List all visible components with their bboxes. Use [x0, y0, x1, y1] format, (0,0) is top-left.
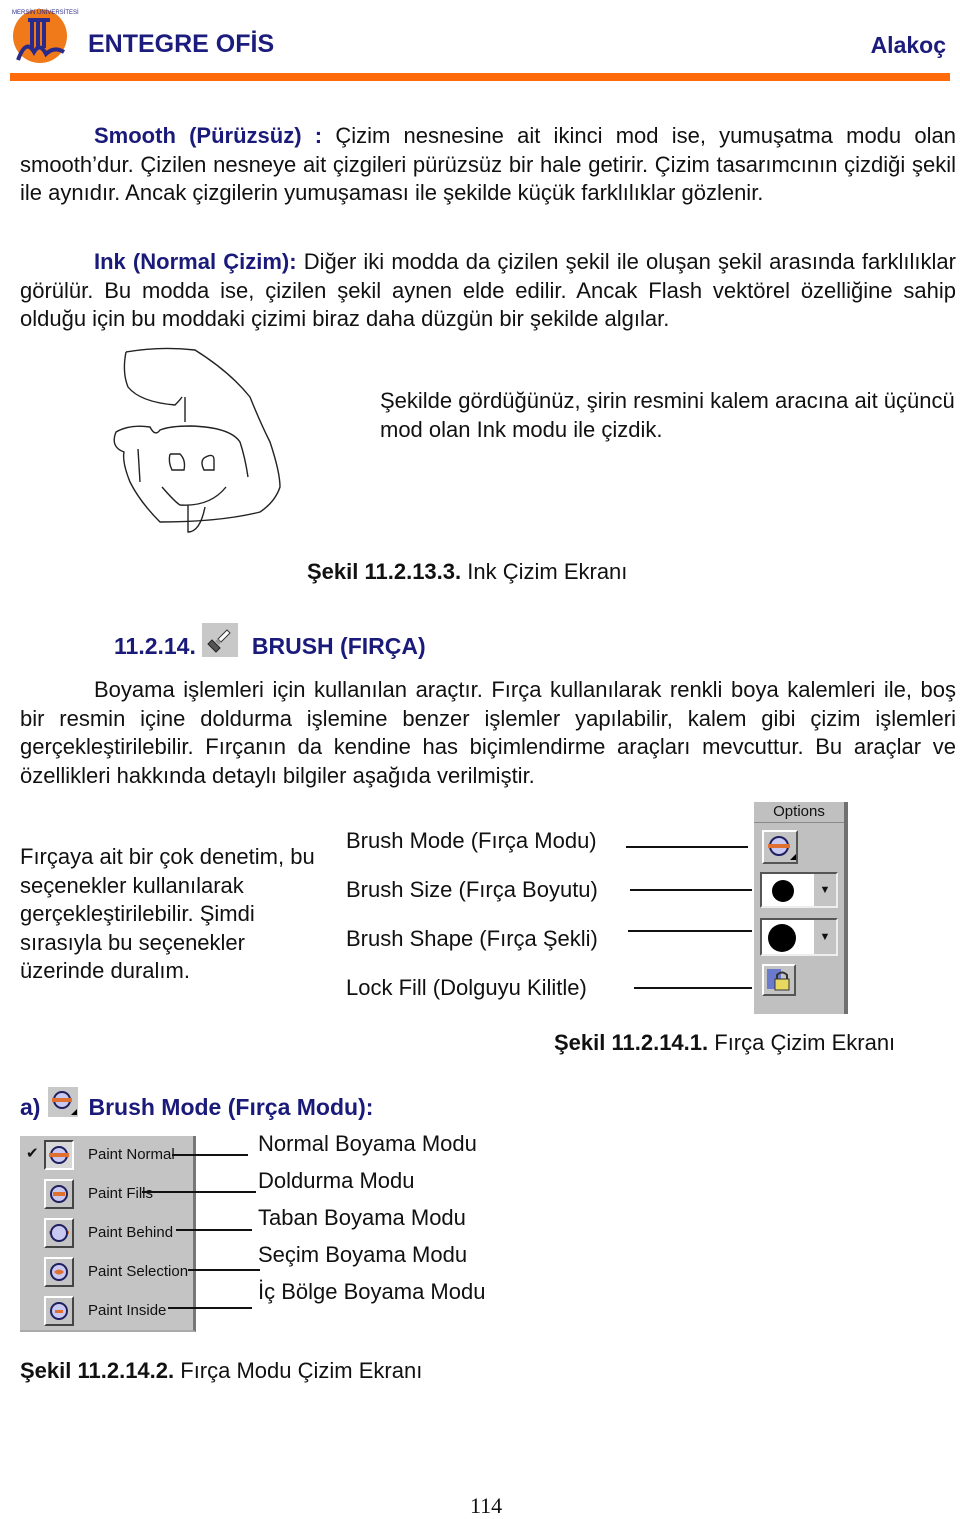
figure-title: Fırça Çizim Ekranı: [708, 1030, 896, 1055]
options-intro-text: Fırçaya ait bir çok denetim, bu seçenekl…: [20, 844, 315, 984]
mode-description: Seçim Boyama Modu: [258, 1242, 468, 1267]
menu-item-paint-selection[interactable]: Paint Selection: [20, 1253, 193, 1291]
checkmark-icon: ✔: [26, 1145, 39, 1162]
mode-description: Taban Boyama Modu: [258, 1205, 466, 1230]
brush-size-dropdown[interactable]: ▼: [760, 872, 838, 908]
lock-icon: [767, 969, 790, 991]
leader-line: [630, 889, 752, 891]
paint-inside-icon: [44, 1296, 74, 1326]
brush-mode-icon: [768, 836, 796, 860]
label-brush-shape: Brush Shape (Fırça Şekli): [346, 926, 598, 951]
smooth-term: Smooth (Pürüzsüz) :: [94, 123, 323, 148]
menu-item-label: Paint Inside: [88, 1302, 167, 1319]
brush-text: Boyama işlemleri için kullanılan araçtır…: [20, 677, 956, 788]
brush-mode-menu: ✔ Paint Normal Paint Fills Paint Behind …: [20, 1136, 196, 1332]
mode-description: İç Bölge Boyama Modu: [258, 1279, 486, 1304]
menu-item-label: Paint Normal: [88, 1146, 175, 1163]
options-panel: Options ▼ ▼: [752, 802, 848, 1014]
section-number: 11.2.14.: [114, 633, 196, 659]
section-heading-brush: 11.2.14. BRUSH (FIRÇA): [114, 622, 426, 660]
menu-item-paint-inside[interactable]: Paint Inside: [20, 1292, 193, 1330]
brush-paragraph: Boyama işlemleri için kullanılan araçtır…: [20, 676, 956, 790]
leader-line: [168, 1307, 252, 1309]
figure-number: Şekil 11.2.14.2.: [20, 1358, 175, 1383]
section-title: BRUSH (FIRÇA): [251, 633, 426, 659]
figure-title: Ink Çizim Ekranı: [461, 559, 628, 584]
leader-line: [176, 1229, 252, 1231]
leader-line: [626, 846, 748, 848]
brand-title: ENTEGRE OFİS: [88, 30, 275, 58]
ink-term: Ink (Normal Çizim):: [94, 249, 297, 274]
paint-selection-icon: [44, 1257, 74, 1287]
smooth-paragraph: Smooth (Pürüzsüz) : Çizim nesnesine ait …: [20, 122, 956, 208]
leader-line: [188, 1269, 260, 1271]
options-title: Options: [754, 803, 844, 823]
brush-mode-heading: a) Brush Mode (Fırça Modu):: [20, 1086, 374, 1121]
label-brush-mode: Brush Mode (Fırça Modu): [346, 828, 597, 853]
menu-item-label: Paint Behind: [88, 1224, 174, 1241]
leader-line: [634, 987, 752, 989]
figure-caption-brush-mode: Şekil 11.2.14.2. Fırça Modu Çizim Ekranı: [20, 1358, 422, 1384]
brush-mode-title: Brush Mode (Fırça Modu):: [88, 1094, 374, 1120]
paint-fills-icon: [44, 1179, 74, 1209]
page-number: 114: [470, 1493, 503, 1518]
brush-shape-dropdown[interactable]: ▼: [760, 918, 838, 956]
figure-caption-brush: Şekil 11.2.14.1. Fırça Çizim Ekranı: [554, 1030, 895, 1056]
dropdown-arrow-icon[interactable]: ▼: [813, 874, 836, 906]
figure-number: Şekil 11.2.13.3.: [307, 559, 462, 584]
brush-size-preview: [772, 880, 794, 902]
figure-number: Şekil 11.2.14.1.: [554, 1030, 709, 1055]
university-logo: MERSİN ÜNİVERSİTESİ 1992: [4, 2, 94, 68]
lock-fill-button[interactable]: [762, 964, 796, 996]
menu-item-paint-normal[interactable]: ✔ Paint Normal: [20, 1136, 193, 1174]
mode-description: Doldurma Modu: [258, 1168, 415, 1193]
figure-title: Fırça Modu Çizim Ekranı: [174, 1358, 423, 1383]
paint-normal-icon: [44, 1140, 74, 1170]
figure-caption-ink: Şekil 11.2.13.3. Ink Çizim Ekranı: [307, 559, 627, 585]
dropdown-arrow-icon[interactable]: ▼: [813, 920, 836, 954]
brush-tool-icon: [201, 622, 238, 657]
ink-sketch-image: [100, 342, 300, 542]
menu-item-label: Paint Fills: [88, 1185, 154, 1202]
sketch-caption: Şekilde gördüğünüz, şirin resmini kalem …: [380, 388, 955, 442]
svg-text:MERSİN ÜNİVERSİTESİ 1992: MERSİN ÜNİVERSİTESİ 1992: [12, 9, 80, 16]
header-divider: [10, 73, 950, 81]
list-marker: a): [20, 1094, 41, 1120]
menu-item-label: Paint Selection: [88, 1263, 189, 1280]
ink-paragraph: Ink (Normal Çizim): Diğer iki modda da ç…: [20, 248, 956, 334]
leader-line: [628, 930, 752, 932]
menu-item-paint-behind[interactable]: Paint Behind: [20, 1214, 193, 1252]
leader-line: [142, 1191, 256, 1193]
brush-shape-preview: [768, 924, 796, 952]
brush-mode-icon: [48, 1086, 79, 1117]
paint-behind-icon: [44, 1218, 74, 1248]
author-name: Alakoç: [870, 32, 946, 58]
menu-item-paint-fills[interactable]: Paint Fills: [20, 1175, 193, 1213]
brush-mode-button[interactable]: [762, 830, 798, 864]
label-brush-size: Brush Size (Fırça Boyutu): [346, 877, 598, 902]
leader-line: [172, 1154, 248, 1156]
mode-description: Normal Boyama Modu: [258, 1131, 477, 1156]
label-lock-fill: Lock Fill (Dolguyu Kilitle): [346, 975, 587, 1000]
